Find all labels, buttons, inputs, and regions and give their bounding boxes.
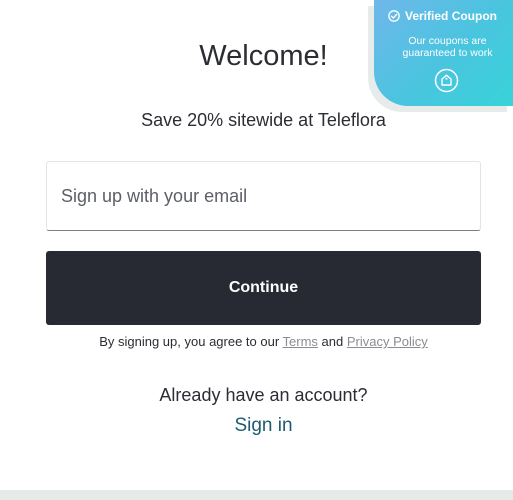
legal-notice: By signing up, you agree to our Terms an… [0, 334, 513, 349]
offer-subtitle: Save 20% sitewide at Teleflora [141, 110, 386, 130]
page-title: Welcome! [199, 40, 328, 72]
terms-link[interactable]: Terms [283, 334, 318, 349]
legal-middle: and [317, 334, 347, 349]
email-field[interactable] [46, 161, 481, 231]
badge-title: Verified Coupon [405, 9, 498, 23]
continue-button[interactable]: Continue [46, 251, 481, 325]
signup-modal: Verified Coupon Our coupons are guarante… [0, 0, 513, 490]
footer-strip [0, 490, 513, 500]
privacy-policy-link[interactable]: Privacy Policy [347, 334, 428, 349]
badge-title-row: Verified Coupon [388, 9, 497, 23]
check-circle-icon [388, 10, 400, 22]
legal-prefix: By signing up, you agree to our [99, 334, 283, 349]
account-question: Already have an account? [159, 385, 368, 405]
sign-in-link[interactable]: Sign in [0, 415, 513, 437]
